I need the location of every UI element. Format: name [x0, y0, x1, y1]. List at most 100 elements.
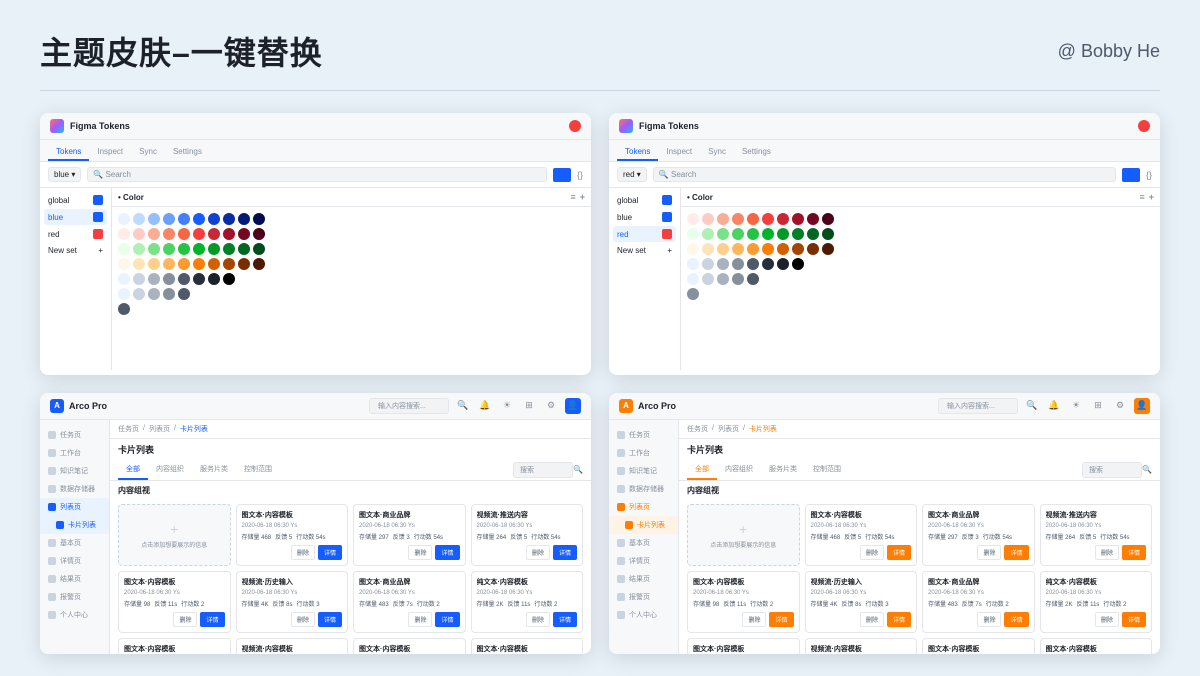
figma-list-icon-left[interactable]: ≡: [570, 192, 575, 202]
arco-detail-btn[interactable]: 详情: [318, 612, 342, 627]
figma-search-right[interactable]: 🔍 Search: [653, 167, 1116, 182]
figma-add-icon-left[interactable]: +: [580, 192, 585, 202]
arco-nav-notes-right[interactable]: 知识笔记: [609, 462, 678, 480]
figma-sidebar-global-left[interactable]: global: [44, 192, 107, 208]
arco-delete-btn[interactable]: 删除: [526, 545, 550, 560]
arco-filter-all-right[interactable]: 全部: [687, 460, 717, 480]
arco-delete-btn[interactable]: 删除: [860, 545, 884, 560]
arco-content-search-right[interactable]: 搜索: [1082, 462, 1142, 478]
arco-user-btn-right[interactable]: 👤: [1134, 398, 1150, 414]
figma-tab-sync-left[interactable]: Sync: [131, 144, 165, 161]
arco-filter-service-right[interactable]: 服务片类: [761, 460, 805, 480]
arco-nav-storage-right[interactable]: 数据存储器: [609, 480, 678, 498]
figma-tab-settings-left[interactable]: Settings: [165, 144, 210, 161]
arco-search-btn2-right[interactable]: 🔍: [1142, 465, 1152, 474]
arco-delete-btn[interactable]: 删除: [1095, 545, 1119, 560]
arco-bell-btn-right[interactable]: 🔔: [1046, 398, 1062, 414]
arco-nav-alert-left[interactable]: 报警页: [40, 588, 109, 606]
arco-delete-btn[interactable]: 删除: [526, 612, 550, 627]
arco-detail-btn[interactable]: 详情: [553, 545, 577, 560]
arco-detail-btn[interactable]: 详情: [200, 612, 224, 627]
arco-nav-list-right[interactable]: 列表页: [609, 498, 678, 516]
arco-delete-btn[interactable]: 删除: [291, 612, 315, 627]
arco-filter-content-left[interactable]: 内容组织: [148, 460, 192, 480]
arco-detail-btn[interactable]: 详情: [318, 545, 342, 560]
arco-detail-btn[interactable]: 详情: [769, 612, 793, 627]
arco-nav-cardlist-right[interactable]: 卡片列表: [609, 516, 678, 534]
arco-nav-storage-left[interactable]: 数据存储器: [40, 480, 109, 498]
figma-search-left[interactable]: 🔍 Search: [87, 167, 547, 182]
arco-search-btn-right[interactable]: 🔍: [1024, 398, 1040, 414]
arco-nav-detail-left[interactable]: 详情页: [40, 552, 109, 570]
figma-tab-settings-right[interactable]: Settings: [734, 144, 779, 161]
arco-nav-profile-left[interactable]: 个人中心: [40, 606, 109, 624]
arco-nav-workbench-right[interactable]: 工作台: [609, 444, 678, 462]
arco-nav-alert-right[interactable]: 报警页: [609, 588, 678, 606]
arco-nav-result-right[interactable]: 结果页: [609, 570, 678, 588]
figma-sidebar-newset-right[interactable]: New set +: [613, 243, 676, 258]
figma-tab-tokens-left[interactable]: Tokens: [48, 144, 89, 161]
arco-delete-btn[interactable]: 删除: [291, 545, 315, 560]
arco-nav-detail-right[interactable]: 详情页: [609, 552, 678, 570]
arco-detail-btn[interactable]: 详情: [1122, 545, 1146, 560]
figma-close-left[interactable]: [569, 120, 581, 132]
figma-btn-blue-right[interactable]: [1122, 168, 1140, 182]
arco-sun-btn-left[interactable]: ☀: [499, 398, 515, 414]
figma-close-right[interactable]: [1138, 120, 1150, 132]
figma-tab-sync-right[interactable]: Sync: [700, 144, 734, 161]
arco-nav-notes-left[interactable]: 知识笔记: [40, 462, 109, 480]
arco-detail-btn[interactable]: 详情: [435, 612, 459, 627]
arco-nav-profile-right[interactable]: 个人中心: [609, 606, 678, 624]
arco-detail-btn[interactable]: 详情: [553, 612, 577, 627]
arco-delete-btn[interactable]: 删除: [173, 612, 197, 627]
arco-detail-btn[interactable]: 详情: [887, 545, 911, 560]
arco-content-search-left[interactable]: 搜索: [513, 462, 573, 478]
arco-detail-btn[interactable]: 详情: [1122, 612, 1146, 627]
arco-filter-content-right[interactable]: 内容组织: [717, 460, 761, 480]
arco-delete-btn[interactable]: 删除: [977, 545, 1001, 560]
arco-delete-btn[interactable]: 删除: [977, 612, 1001, 627]
arco-settings-btn-right[interactable]: ⚙: [1112, 398, 1128, 414]
figma-sidebar-red-left[interactable]: red: [44, 226, 107, 242]
arco-filter-control-right[interactable]: 控制范围: [805, 460, 849, 480]
arco-sun-btn-right[interactable]: ☀: [1068, 398, 1084, 414]
arco-nav-cardlist-left[interactable]: 卡片列表: [40, 516, 109, 534]
arco-detail-btn[interactable]: 详情: [435, 545, 459, 560]
arco-delete-btn[interactable]: 删除: [1095, 612, 1119, 627]
figma-sidebar-blue-right[interactable]: blue: [613, 209, 676, 225]
figma-list-icon-right[interactable]: ≡: [1139, 192, 1144, 202]
figma-tab-inspect-right[interactable]: Inspect: [658, 144, 700, 161]
figma-dropdown-left[interactable]: blue ▾: [48, 167, 81, 182]
arco-delete-btn[interactable]: 删除: [742, 612, 766, 627]
arco-detail-btn[interactable]: 详情: [1004, 545, 1028, 560]
arco-settings-btn-left[interactable]: ⚙: [543, 398, 559, 414]
arco-filter-service-left[interactable]: 服务片类: [192, 460, 236, 480]
arco-search-btn-left[interactable]: 🔍: [455, 398, 471, 414]
figma-sidebar-red-right[interactable]: red: [613, 226, 676, 242]
figma-sidebar-global-right[interactable]: global: [613, 192, 676, 208]
arco-detail-btn[interactable]: 详情: [1004, 612, 1028, 627]
arco-user-btn-left[interactable]: 👤: [565, 398, 581, 414]
figma-btn-icon-right[interactable]: {}: [1146, 170, 1152, 180]
arco-grid-btn-left[interactable]: ⊞: [521, 398, 537, 414]
figma-sidebar-blue-left[interactable]: blue: [44, 209, 107, 225]
arco-filter-all-left[interactable]: 全部: [118, 460, 148, 480]
arco-detail-btn[interactable]: 详情: [887, 612, 911, 627]
arco-add-card-left[interactable]: + 点击添加想要展示的信息: [118, 504, 231, 566]
arco-nav-result-left[interactable]: 结果页: [40, 570, 109, 588]
arco-nav-workbench-left[interactable]: 工作台: [40, 444, 109, 462]
arco-bell-btn-left[interactable]: 🔔: [477, 398, 493, 414]
arco-nav-basic-right[interactable]: 基本页: [609, 534, 678, 552]
arco-search-right[interactable]: 输入内容搜索...: [938, 398, 1018, 414]
figma-tab-tokens-right[interactable]: Tokens: [617, 144, 658, 161]
arco-add-card-right[interactable]: + 点击添加想要展示的信息: [687, 504, 800, 566]
arco-nav-basic-left[interactable]: 基本页: [40, 534, 109, 552]
figma-add-icon-right[interactable]: +: [1149, 192, 1154, 202]
figma-sidebar-newset-left[interactable]: New set +: [44, 243, 107, 258]
arco-search-left[interactable]: 输入内容搜索...: [369, 398, 449, 414]
figma-dropdown-right[interactable]: red ▾: [617, 167, 647, 182]
figma-btn-blue-left[interactable]: [553, 168, 571, 182]
figma-btn-icon-left[interactable]: {}: [577, 170, 583, 180]
arco-delete-btn[interactable]: 删除: [408, 612, 432, 627]
arco-nav-task-right[interactable]: 任务页: [609, 426, 678, 444]
